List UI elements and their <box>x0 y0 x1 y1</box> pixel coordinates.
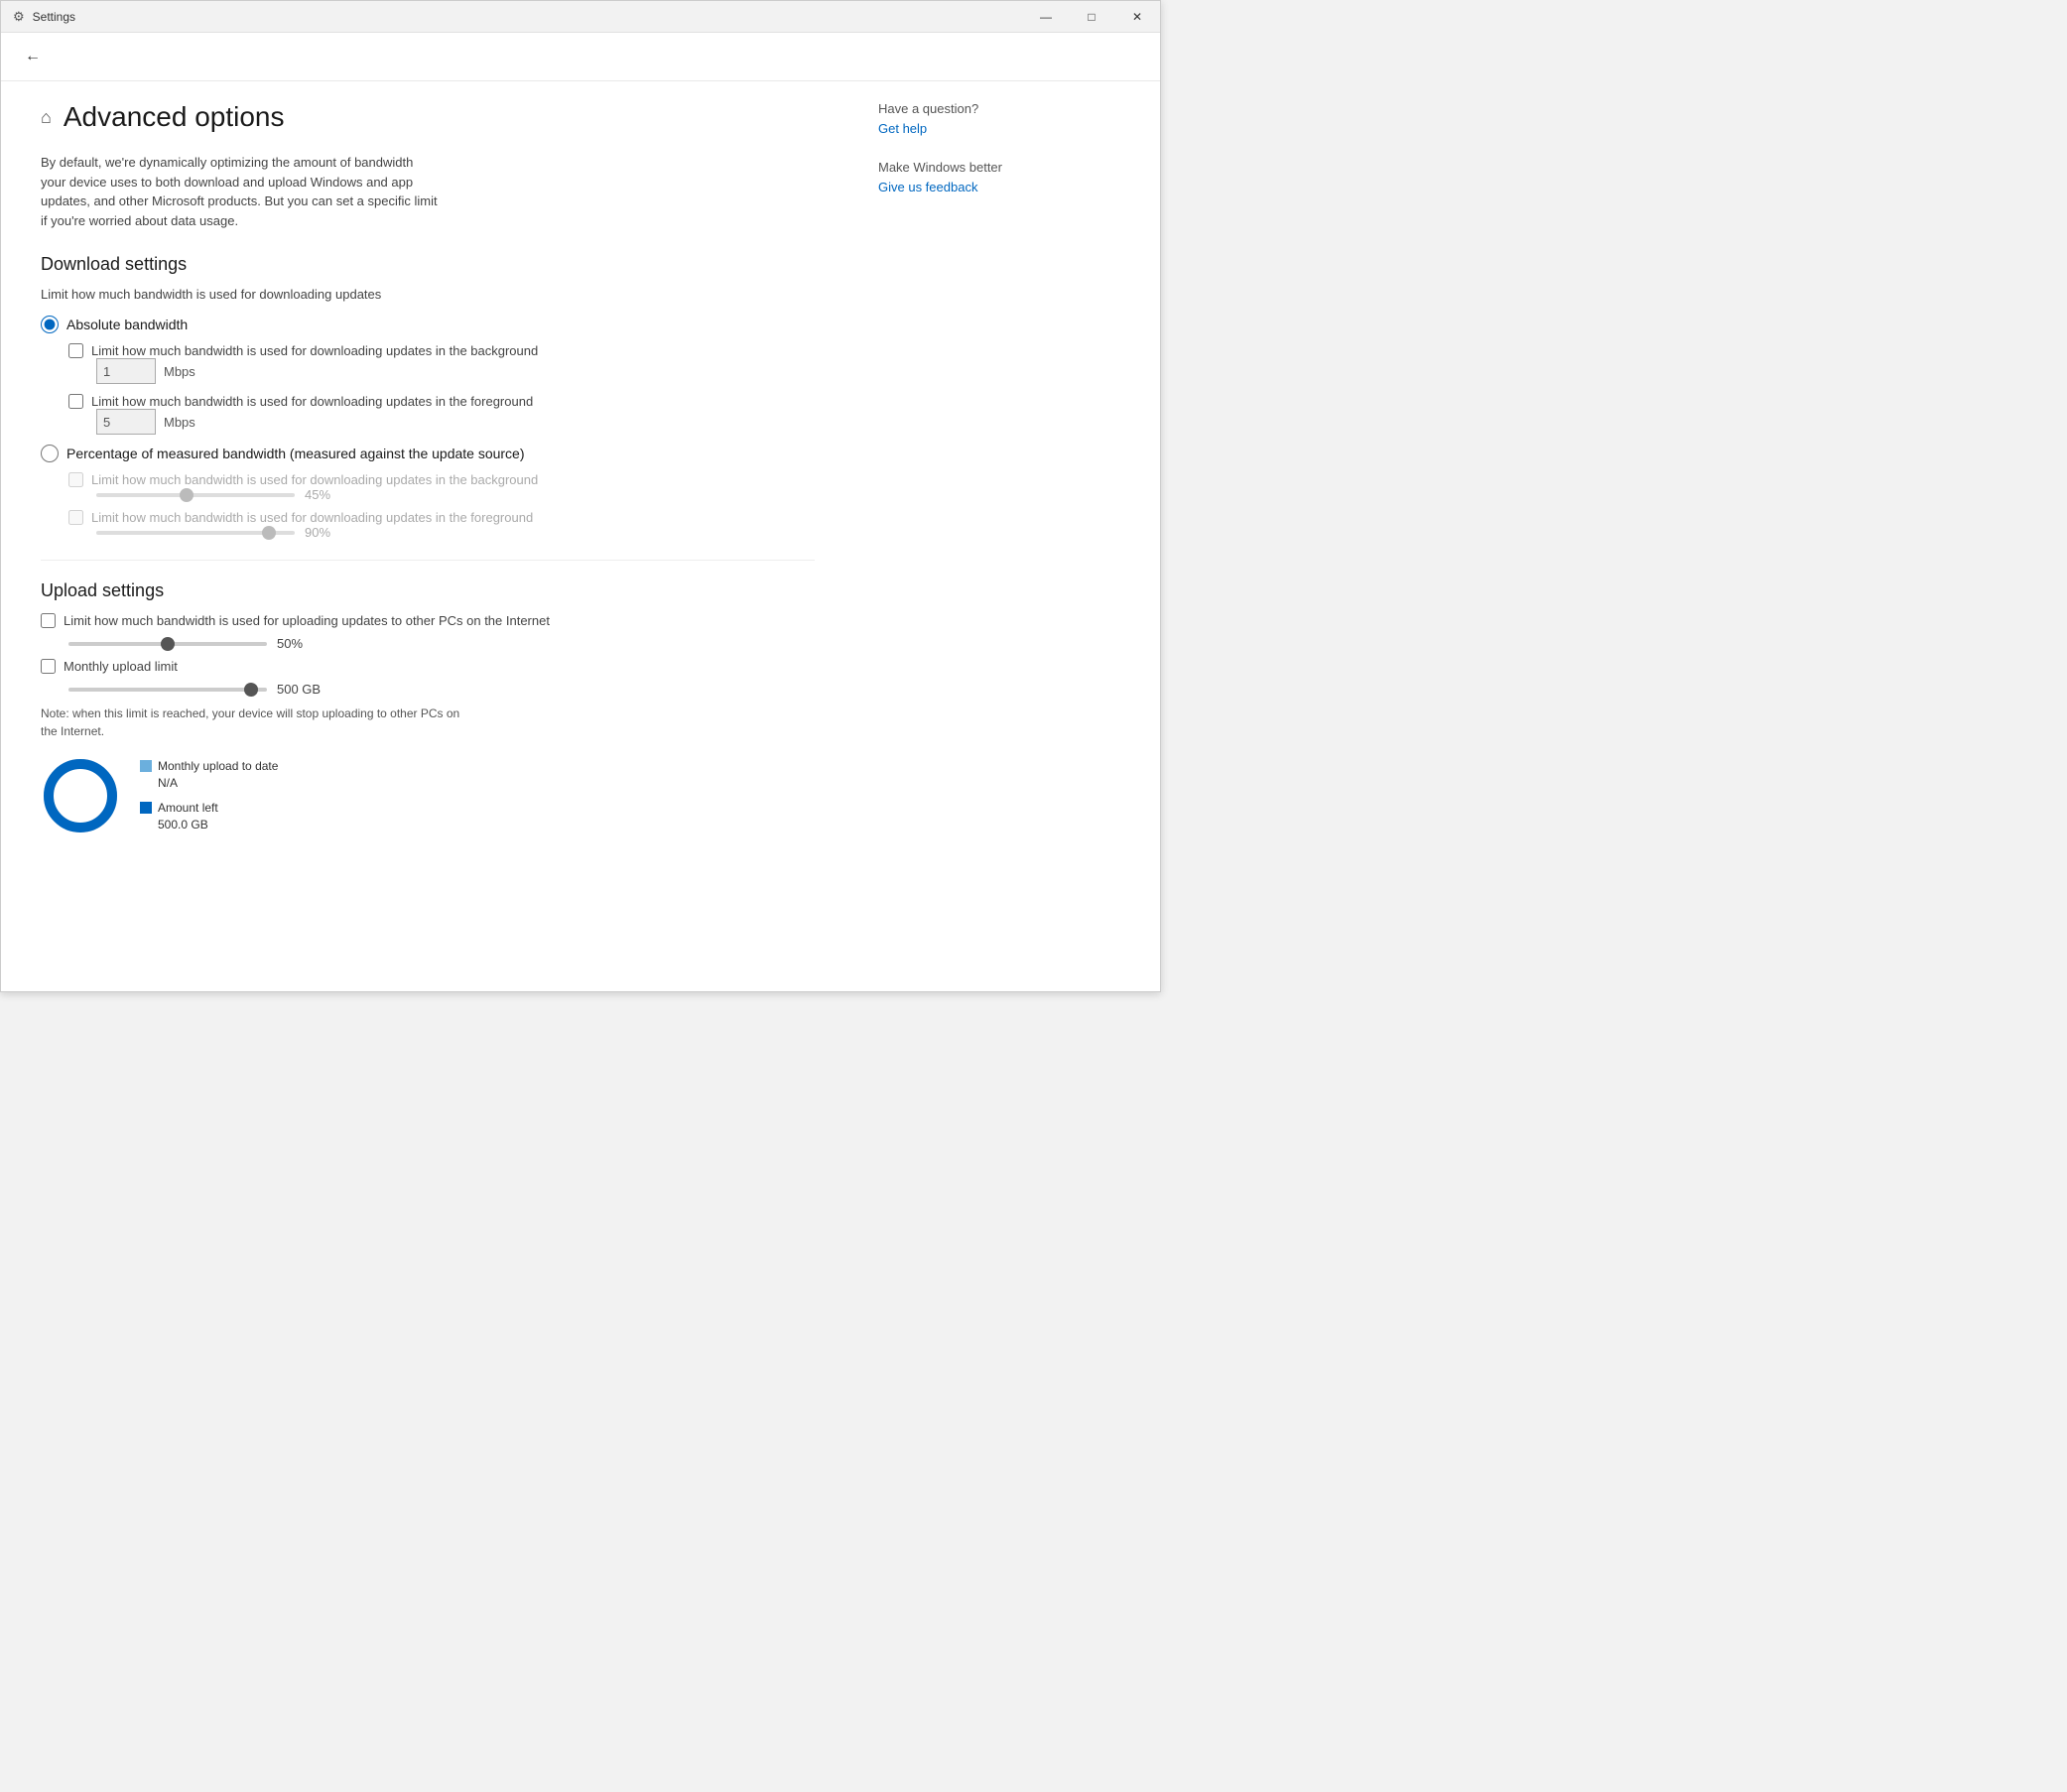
sidebar-help-section: Have a question? Get help <box>878 101 1089 136</box>
fg-mbps-row: Mbps <box>96 409 815 435</box>
pct-fg-slider-row: 90% <box>96 525 815 540</box>
legend-amount-left: Amount left 500.0 GB <box>140 800 278 833</box>
donut-chart <box>41 756 120 835</box>
upload-note: Note: when this limit is reached, your d… <box>41 704 477 740</box>
radio-absolute-text: Absolute bandwidth <box>66 317 188 332</box>
bg-mbps-unit: Mbps <box>164 364 195 379</box>
radio-percentage-input[interactable] <box>41 445 59 462</box>
feedback-link[interactable]: Give us feedback <box>878 180 977 194</box>
download-settings-title: Download settings <box>41 254 815 275</box>
nav-bar: ← <box>1 33 1160 81</box>
pct-bg-row: Limit how much bandwidth is used for dow… <box>68 472 815 502</box>
download-settings-sub: Limit how much bandwidth is used for dow… <box>41 287 815 302</box>
bg-checkbox-label[interactable]: Limit how much bandwidth is used for dow… <box>68 343 815 358</box>
minimize-button[interactable]: — <box>1023 1 1069 33</box>
pct-fg-checkbox-input <box>68 510 83 525</box>
main-content: ⌂ Advanced options By default, we're dyn… <box>1 81 854 991</box>
radio-percentage-label[interactable]: Percentage of measured bandwidth (measur… <box>41 445 815 462</box>
pct-fg-value: 90% <box>305 525 330 540</box>
fg-checkbox-text: Limit how much bandwidth is used for dow… <box>91 394 533 409</box>
pct-bg-checkbox-label: Limit how much bandwidth is used for dow… <box>68 472 815 487</box>
titlebar-controls: — □ ✕ <box>1023 1 1160 33</box>
page-title: Advanced options <box>64 101 285 133</box>
monthly-checkbox-label[interactable]: Monthly upload limit <box>41 659 815 674</box>
pct-bg-text: Limit how much bandwidth is used for dow… <box>91 472 538 487</box>
sidebar-question-heading: Have a question? <box>878 101 1089 116</box>
bg-mbps-input[interactable] <box>96 358 156 384</box>
pct-bg-value: 45% <box>305 487 330 502</box>
pct-fg-slider <box>96 531 295 535</box>
page-description: By default, we're dynamically optimizing… <box>41 153 438 230</box>
monthly-slider-value: 500 GB <box>277 682 321 697</box>
radio-absolute-label[interactable]: Absolute bandwidth <box>41 316 815 333</box>
upload-slider-row: 50% <box>68 636 815 651</box>
page-header: ⌂ Advanced options <box>41 101 815 133</box>
upload-slider-value: 50% <box>277 636 303 651</box>
chart-legend: Monthly upload to date N/A Amount left 5… <box>140 758 278 832</box>
titlebar: ⚙ Settings — □ ✕ <box>1 1 1160 33</box>
amount-left-dot <box>140 802 152 814</box>
titlebar-title: Settings <box>33 10 75 24</box>
upload-checkbox-text: Limit how much bandwidth is used for upl… <box>64 613 550 628</box>
pct-bg-slider <box>96 493 295 497</box>
monthly-upload-dot <box>140 760 152 772</box>
bg-checkbox-text: Limit how much bandwidth is used for dow… <box>91 343 538 358</box>
close-button[interactable]: ✕ <box>1114 1 1160 33</box>
sidebar: Have a question? Get help Make Windows b… <box>854 81 1112 991</box>
monthly-slider[interactable] <box>68 688 267 692</box>
fg-checkbox-label[interactable]: Limit how much bandwidth is used for dow… <box>68 394 815 409</box>
back-button[interactable]: ← <box>17 41 49 72</box>
radio-absolute-group: Absolute bandwidth <box>41 316 815 333</box>
fg-mbps-unit: Mbps <box>164 415 195 430</box>
sidebar-feedback-section: Make Windows better Give us feedback <box>878 160 1089 194</box>
radio-percentage-text: Percentage of measured bandwidth (measur… <box>66 446 525 461</box>
pct-fg-row: Limit how much bandwidth is used for dow… <box>68 510 815 540</box>
maximize-button[interactable]: □ <box>1069 1 1114 33</box>
content-area: ⌂ Advanced options By default, we're dyn… <box>1 81 1160 991</box>
chart-area: Monthly upload to date N/A Amount left 5… <box>41 756 815 835</box>
radio-percentage-group: Percentage of measured bandwidth (measur… <box>41 445 815 462</box>
titlebar-left: ⚙ Settings <box>13 9 75 25</box>
upload-checkbox-input[interactable] <box>41 613 56 628</box>
radio-absolute-input[interactable] <box>41 316 59 333</box>
sidebar-better-heading: Make Windows better <box>878 160 1089 175</box>
monthly-checkbox-text: Monthly upload limit <box>64 659 178 674</box>
monthly-checkbox-input[interactable] <box>41 659 56 674</box>
app-window: ⚙ Settings — □ ✕ ← ⌂ Advanced options By… <box>0 0 1161 992</box>
pct-fg-text: Limit how much bandwidth is used for dow… <box>91 510 533 525</box>
get-help-link[interactable]: Get help <box>878 121 927 136</box>
upload-slider[interactable] <box>68 642 267 646</box>
bg-mbps-row: Mbps <box>96 358 815 384</box>
bg-bandwidth-row: Limit how much bandwidth is used for dow… <box>68 343 815 384</box>
titlebar-icon: ⚙ <box>13 9 25 25</box>
fg-checkbox-input[interactable] <box>68 394 83 409</box>
pct-bg-checkbox-input <box>68 472 83 487</box>
fg-bandwidth-row: Limit how much bandwidth is used for dow… <box>68 394 815 435</box>
pct-fg-checkbox-label: Limit how much bandwidth is used for dow… <box>68 510 815 525</box>
section-divider <box>41 560 815 561</box>
fg-mbps-input[interactable] <box>96 409 156 435</box>
upload-settings-title: Upload settings <box>41 580 815 601</box>
legend-monthly-upload: Monthly upload to date N/A <box>140 758 278 792</box>
legend-monthly-text: Monthly upload to date N/A <box>158 758 278 792</box>
legend-amount-text: Amount left 500.0 GB <box>158 800 218 833</box>
home-icon[interactable]: ⌂ <box>41 107 52 128</box>
monthly-slider-row: 500 GB <box>68 682 815 697</box>
upload-checkbox-label[interactable]: Limit how much bandwidth is used for upl… <box>41 613 815 628</box>
bg-checkbox-input[interactable] <box>68 343 83 358</box>
pct-bg-slider-row: 45% <box>96 487 815 502</box>
